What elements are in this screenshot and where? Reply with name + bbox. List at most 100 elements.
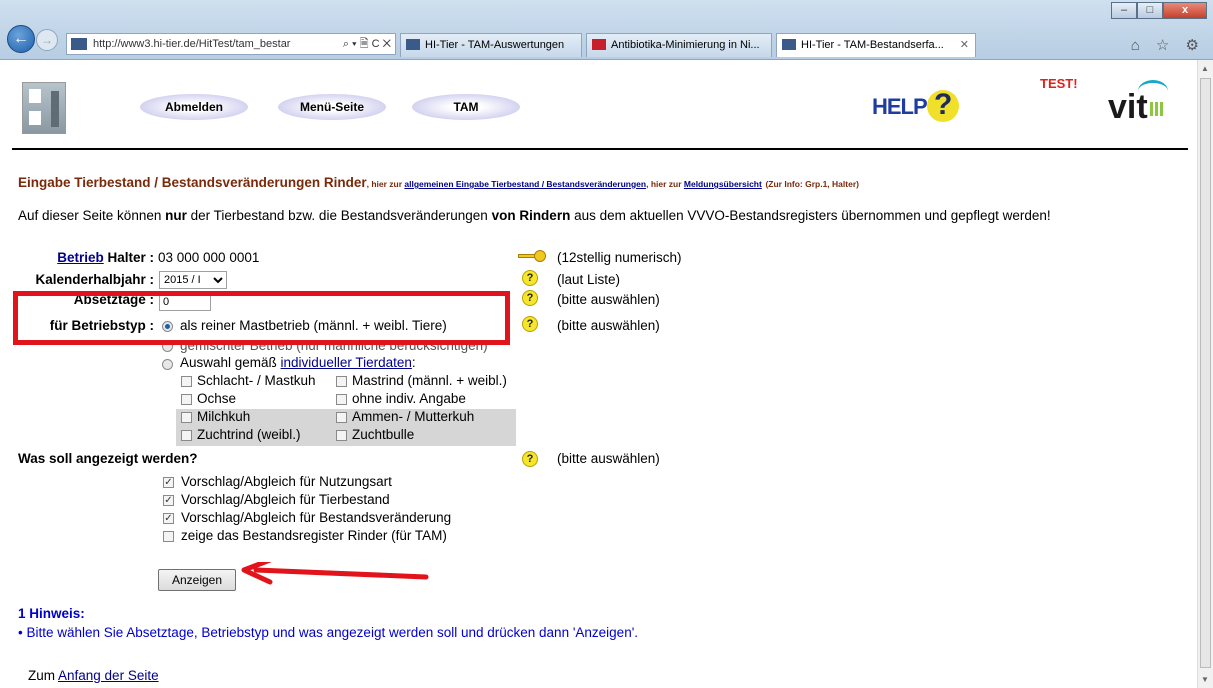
notice-title: 1 Hinweis: bbox=[18, 606, 85, 621]
help-question-icon[interactable]: ? bbox=[522, 290, 538, 306]
page-content: Abmelden Menü-Seite TAM HELP? TEST! vit … bbox=[0, 60, 1197, 688]
messages-overview-link[interactable]: Meldungsübersicht bbox=[684, 179, 762, 189]
option-label: Schlacht- / Mastkuh bbox=[197, 373, 316, 388]
logout-button[interactable]: Abmelden bbox=[140, 94, 248, 120]
tab-label: HI-Tier - TAM-Auswertungen bbox=[425, 39, 565, 51]
tab-close-icon[interactable]: ✕ bbox=[960, 34, 969, 56]
general-entry-link[interactable]: allgemeinen Eingabe Tierbestand / Bestan… bbox=[404, 179, 646, 189]
help-question-icon[interactable]: ? bbox=[522, 270, 538, 286]
info-text: (Zur Info: Grp.1, Halter) bbox=[765, 179, 859, 189]
help-question-icon: ? bbox=[926, 90, 959, 122]
help-text: HELP bbox=[872, 94, 928, 119]
option-label: Mastrind (männl. + weibl.) bbox=[352, 373, 507, 388]
minimize-icon[interactable]: – bbox=[1111, 2, 1137, 19]
hitier-favicon-icon bbox=[406, 39, 420, 50]
intro-part: aus dem aktuellen VVVO-Bestandsregisters… bbox=[570, 208, 1051, 223]
scroll-thumb[interactable] bbox=[1200, 78, 1211, 668]
red-highlight-box bbox=[13, 291, 510, 345]
intro-bold: von Rindern bbox=[491, 208, 571, 223]
scroll-up-icon[interactable]: ▲ bbox=[1201, 64, 1209, 73]
betrieb-label: Betrieb Halter : bbox=[20, 250, 154, 265]
help-button[interactable]: HELP? bbox=[872, 90, 959, 122]
checkbox-bestandsveraenderung[interactable]: ✓ bbox=[163, 513, 174, 524]
checkbox-zuchtbulle[interactable] bbox=[336, 430, 347, 441]
footer: Zum Anfang der Seite bbox=[28, 668, 159, 683]
option-label: ohne indiv. Angabe bbox=[352, 391, 466, 406]
intro-bold: nur bbox=[165, 208, 187, 223]
absetz-hint: (bitte auswählen) bbox=[557, 292, 660, 307]
address-controls[interactable]: ⌕ ▾ 🗎 C ✕ bbox=[343, 34, 391, 54]
maximize-icon[interactable]: □ bbox=[1137, 2, 1163, 19]
header-divider bbox=[12, 148, 1188, 150]
auswahl-radio[interactable] bbox=[162, 359, 173, 370]
help-question-icon[interactable]: ? bbox=[522, 451, 538, 467]
close-window-icon[interactable]: x bbox=[1163, 2, 1207, 19]
kalender-select[interactable]: 2015 / I bbox=[159, 271, 227, 289]
kalender-label: Kalenderhalbjahr : bbox=[35, 272, 154, 287]
top-of-page-link[interactable]: Anfang der Seite bbox=[58, 668, 159, 683]
vertical-scrollbar[interactable]: ▲ ▼ bbox=[1197, 60, 1213, 688]
auswahl-option-label: Auswahl gemäß individueller Tierdaten: bbox=[180, 355, 416, 370]
browser-tools-icons[interactable]: ⌂ ☆ ⚙ bbox=[1131, 36, 1205, 54]
tam-button[interactable]: TAM bbox=[412, 94, 520, 120]
checkbox-zuchtrind[interactable] bbox=[181, 430, 192, 441]
option-label: Ochse bbox=[197, 391, 237, 406]
window-controls: – □ x bbox=[1111, 2, 1207, 19]
checkbox-nutzungsart[interactable]: ✓ bbox=[163, 477, 174, 488]
show-hint: (bitte auswählen) bbox=[557, 451, 660, 466]
key-icon bbox=[518, 250, 546, 262]
option-label: Milchkuh bbox=[197, 409, 251, 424]
hitier-favicon-icon bbox=[782, 39, 796, 50]
checkbox-ochse[interactable] bbox=[181, 394, 192, 405]
shield-favicon-icon bbox=[592, 39, 606, 50]
address-bar[interactable]: http://www3.hi-tier.de/HitTest/tam_besta… bbox=[66, 33, 396, 55]
forward-button[interactable]: → bbox=[36, 29, 58, 51]
betrieb-label-text: Halter : bbox=[103, 250, 154, 265]
option-label: Vorschlag/Abgleich für Bestandsveränderu… bbox=[181, 510, 452, 525]
betrieb-link[interactable]: Betrieb bbox=[57, 250, 104, 265]
option-label: Vorschlag/Abgleich für Nutzungsart bbox=[181, 474, 392, 489]
anzeigen-button[interactable]: Anzeigen bbox=[158, 569, 236, 591]
auswahl-post: : bbox=[411, 355, 416, 370]
red-arrow-icon bbox=[241, 562, 429, 585]
checkbox-bestandsregister[interactable] bbox=[163, 531, 174, 542]
intro-part: der Tierbestand bzw. die Bestandsverände… bbox=[186, 208, 492, 223]
checkbox-tierbestand[interactable]: ✓ bbox=[163, 495, 174, 506]
test-label: TEST! bbox=[1040, 76, 1078, 91]
betriebstyp-hint: (bitte auswählen) bbox=[557, 318, 660, 333]
option-label: Vorschlag/Abgleich für Tierbestand bbox=[181, 492, 390, 507]
checkbox-mutterkuh[interactable] bbox=[336, 412, 347, 423]
url-text: http://www3.hi-tier.de/HitTest/tam_besta… bbox=[93, 38, 291, 50]
tab-label: HI-Tier - TAM-Bestandserfa... bbox=[801, 39, 944, 51]
betrieb-value: 03 000 000 0001 bbox=[158, 250, 260, 265]
betrieb-hint: (12stellig numerisch) bbox=[557, 250, 682, 265]
page-heading: Eingabe Tierbestand / Bestandsveränderun… bbox=[18, 175, 859, 190]
page-title: Eingabe Tierbestand / Bestandsveränderun… bbox=[18, 175, 367, 190]
kalender-hint: (laut Liste) bbox=[557, 272, 621, 287]
back-button[interactable]: ← bbox=[7, 25, 35, 53]
checkbox-schlachtkuh[interactable] bbox=[181, 376, 192, 387]
individual-data-link[interactable]: individueller Tierdaten bbox=[281, 355, 412, 370]
scroll-down-icon[interactable]: ▼ bbox=[1201, 675, 1209, 684]
heading-text: , hier zur bbox=[366, 179, 405, 189]
heading-text: , hier zur bbox=[646, 179, 684, 189]
notice-text: • Bitte wählen Sie Absetztage, Betriebst… bbox=[18, 625, 639, 640]
option-label: zeige das Bestandsregister Rinder (für T… bbox=[181, 528, 447, 543]
intro-part: Auf dieser Seite können bbox=[18, 208, 166, 223]
show-label: Was soll angezeigt werden? bbox=[18, 451, 198, 466]
vit-logo: vit bbox=[1108, 80, 1168, 127]
tab-tam-auswertungen[interactable]: HI-Tier - TAM-Auswertungen bbox=[400, 33, 582, 57]
option-label: Ammen- / Mutterkuh bbox=[352, 409, 475, 424]
checkbox-milchkuh[interactable] bbox=[181, 412, 192, 423]
tab-bestandserfassung[interactable]: HI-Tier - TAM-Bestandserfa... ✕ bbox=[776, 33, 976, 57]
help-question-icon[interactable]: ? bbox=[522, 316, 538, 332]
tab-antibiotika[interactable]: Antibiotika-Minimierung in Ni... bbox=[586, 33, 772, 57]
intro-text: Auf dieser Seite können nur der Tierbest… bbox=[18, 208, 1051, 223]
checkbox-ohne-angabe[interactable] bbox=[336, 394, 347, 405]
tab-label: Antibiotika-Minimierung in Ni... bbox=[611, 39, 760, 51]
menu-page-button[interactable]: Menü-Seite bbox=[278, 94, 386, 120]
auswahl-pre: Auswahl gemäß bbox=[180, 355, 281, 370]
site-favicon-icon bbox=[71, 38, 87, 50]
checkbox-mastrind[interactable] bbox=[336, 376, 347, 387]
option-label: Zuchtbulle bbox=[352, 427, 415, 442]
